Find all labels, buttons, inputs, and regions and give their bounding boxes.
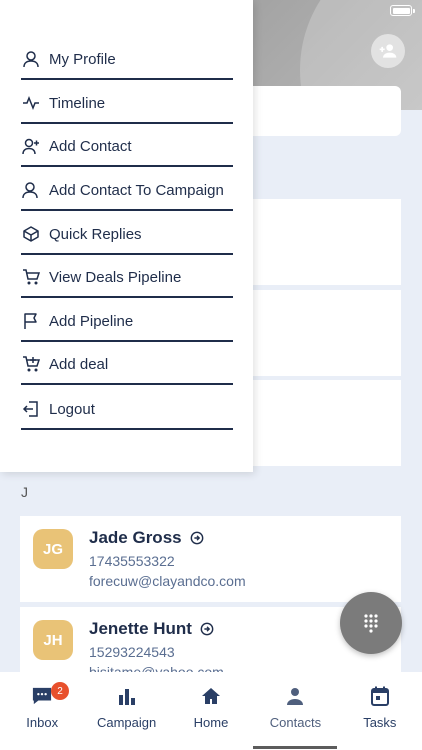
nav-inbox[interactable]: 2 Inbox — [0, 672, 84, 750]
nav-label: Home — [193, 715, 229, 730]
menu-label: Add deal — [49, 355, 109, 373]
menu-label: Add Contact To Campaign — [49, 181, 224, 199]
arrow-circle-icon[interactable] — [200, 622, 214, 636]
nav-contacts[interactable]: Contacts — [253, 672, 337, 750]
menu-item-view-deals-pipeline[interactable]: View Deals Pipeline — [21, 258, 233, 298]
dialpad-button[interactable] — [340, 592, 402, 654]
contact-name-text: Jenette Hunt — [89, 619, 192, 638]
active-tab-indicator — [253, 746, 337, 749]
dialpad-icon — [364, 614, 378, 633]
menu-item-quick-replies[interactable]: Quick Replies — [21, 215, 233, 255]
add-contact-button[interactable] — [371, 34, 405, 68]
contact-card[interactable]: JG Jade Gross 17435553322 forecuw@clayan… — [20, 516, 401, 602]
nav-label: Campaign — [96, 715, 157, 730]
chat-icon — [33, 687, 52, 705]
menu-item-add-contact[interactable]: Add Contact — [21, 127, 233, 167]
side-drawer-menu: My Profile Timeline Add Contact Add Cont… — [0, 0, 253, 472]
nav-label: Inbox — [26, 715, 59, 730]
activity-icon — [21, 93, 41, 113]
menu-label: My Profile — [49, 50, 116, 68]
contact-phone: 17435553322 — [89, 553, 175, 569]
nav-label: Contacts — [269, 715, 322, 730]
battery-icon — [390, 5, 415, 16]
contact-name: Jade Gross — [89, 528, 204, 548]
menu-label: Logout — [49, 400, 95, 418]
contact-name-text: Jade Gross — [89, 528, 182, 547]
avatar: JG — [33, 529, 73, 569]
person-icon — [287, 688, 304, 705]
contact-email: forecuw@clayandco.com — [89, 573, 246, 589]
nav-campaign[interactable]: Campaign — [84, 672, 168, 750]
contact-name: Jenette Hunt — [89, 619, 214, 639]
arrow-circle-icon[interactable] — [190, 531, 204, 545]
menu-label: Add Contact — [49, 137, 132, 155]
avatar: JH — [33, 620, 73, 660]
nav-tasks[interactable]: Tasks — [338, 672, 422, 750]
logout-icon — [21, 399, 41, 419]
bar-chart-icon — [118, 689, 135, 705]
unread-badge: 2 — [51, 682, 69, 700]
nav-home[interactable]: Home — [169, 672, 253, 750]
box-icon — [21, 224, 41, 244]
cart-plus-icon — [21, 354, 41, 374]
menu-label: Timeline — [49, 94, 106, 112]
menu-item-add-deal[interactable]: Add deal — [21, 345, 233, 385]
contact-email: bisitame@yahoo.com — [89, 664, 224, 672]
contact-phone: 15293224543 — [89, 644, 175, 660]
nav-label: Tasks — [363, 715, 397, 730]
user-icon — [21, 49, 41, 69]
cart-icon — [21, 267, 41, 287]
bottom-navigation: 2 Inbox Campaign Home Contacts Tasks — [0, 672, 422, 750]
menu-label: Add Pipeline — [49, 312, 134, 330]
menu-item-add-contact-to-campaign[interactable]: Add Contact To Campaign — [21, 171, 233, 211]
menu-item-timeline[interactable]: Timeline — [21, 84, 233, 124]
user-campaign-icon — [21, 180, 41, 200]
user-plus-icon — [21, 136, 41, 156]
home-icon — [202, 688, 221, 704]
menu-item-logout[interactable]: Logout — [21, 390, 233, 430]
menu-label: View Deals Pipeline — [49, 268, 182, 286]
menu-item-add-pipeline[interactable]: Add Pipeline — [21, 302, 233, 342]
menu-label: Quick Replies — [49, 225, 142, 243]
menu-item-my-profile[interactable]: My Profile — [21, 40, 233, 80]
person-add-icon — [379, 44, 397, 58]
section-letter: J — [21, 484, 28, 500]
calendar-icon — [370, 686, 389, 706]
flag-icon — [21, 311, 41, 331]
